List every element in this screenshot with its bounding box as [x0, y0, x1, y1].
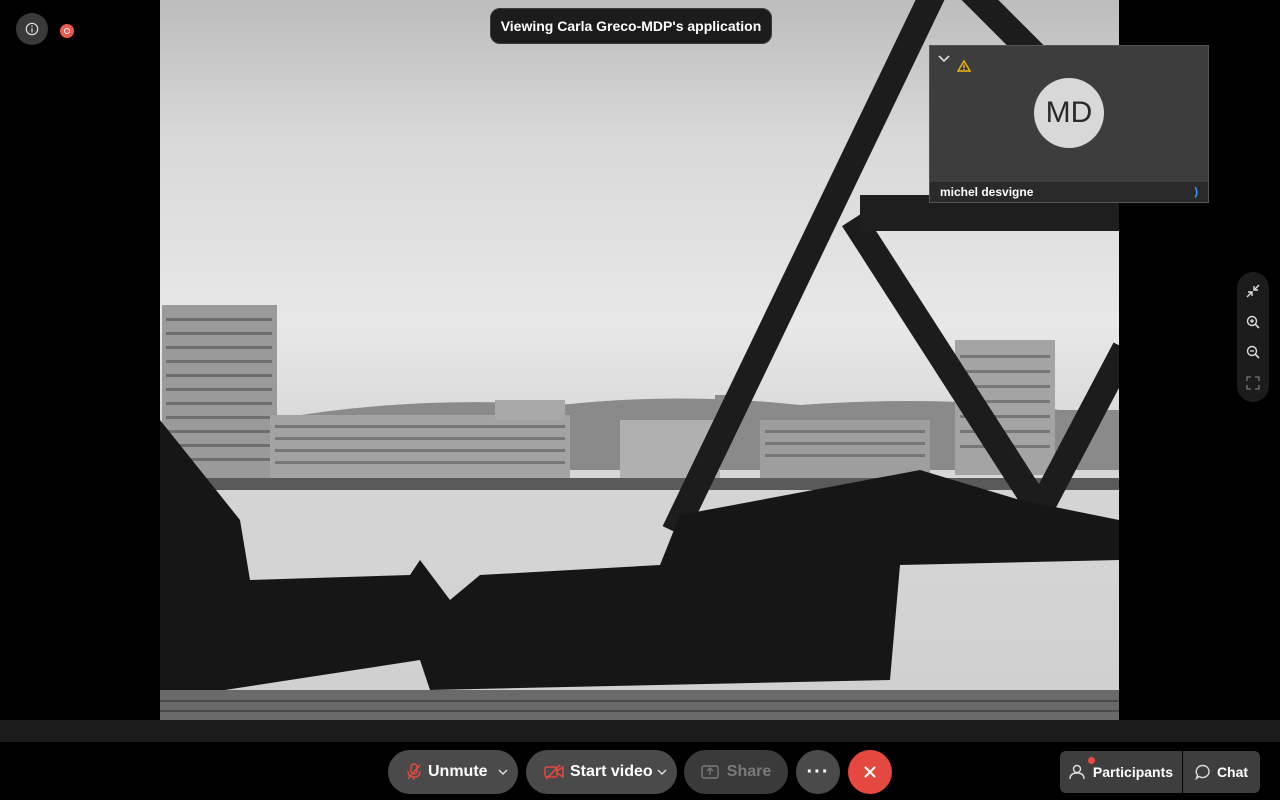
start-video-button[interactable]: Start video — [526, 750, 677, 794]
chat-button[interactable]: Chat — [1183, 751, 1260, 793]
chat-label: Chat — [1216, 764, 1249, 780]
chevron-down-icon[interactable] — [498, 768, 508, 776]
unmute-button[interactable]: Unmute — [388, 750, 518, 794]
network-signal-icon: ) — [1194, 186, 1198, 198]
notification-dot — [1088, 757, 1095, 764]
info-icon — [25, 22, 39, 36]
close-icon — [864, 766, 876, 778]
warning-icon — [957, 60, 971, 72]
info-button[interactable] — [16, 13, 48, 45]
more-icon: ··· — [806, 760, 830, 783]
viewing-banner: Viewing Carla Greco-MDP's application — [490, 8, 772, 44]
collapse-icon[interactable] — [1246, 284, 1260, 298]
end-call-button[interactable] — [848, 750, 892, 794]
avatar: MD — [1034, 78, 1104, 148]
chevron-down-icon[interactable] — [938, 54, 950, 64]
share-button[interactable]: Share — [684, 750, 788, 794]
zoom-in-icon[interactable] — [1246, 315, 1260, 329]
share-label: Share — [726, 763, 772, 780]
share-icon — [701, 765, 719, 779]
unmute-main[interactable]: Unmute — [388, 763, 488, 781]
meeting-toolbar-strip — [0, 720, 1280, 742]
fullscreen-icon[interactable] — [1246, 376, 1260, 390]
chevron-down-icon[interactable] — [657, 768, 667, 776]
participant-name-bar: michel desvigne ) — [930, 182, 1208, 202]
more-options-button[interactable]: ··· — [796, 750, 840, 794]
participants-button[interactable]: Participants — [1060, 751, 1182, 793]
record-icon — [64, 28, 70, 34]
zoom-out-icon[interactable] — [1246, 345, 1260, 359]
chat-icon — [1195, 764, 1210, 780]
recording-indicator[interactable] — [60, 24, 74, 38]
start-video-label: Start video — [570, 763, 653, 780]
video-off-icon — [544, 764, 564, 780]
participants-icon — [1069, 764, 1085, 780]
participants-label: Participants — [1092, 764, 1174, 780]
unmute-label: Unmute — [428, 763, 488, 780]
participant-name: michel desvigne — [940, 185, 1034, 199]
start-video-main[interactable]: Start video — [526, 763, 653, 781]
zoom-controls — [1237, 272, 1269, 402]
participant-tile[interactable]: MD michel desvigne ) — [929, 45, 1209, 203]
microphone-muted-icon — [407, 763, 421, 780]
